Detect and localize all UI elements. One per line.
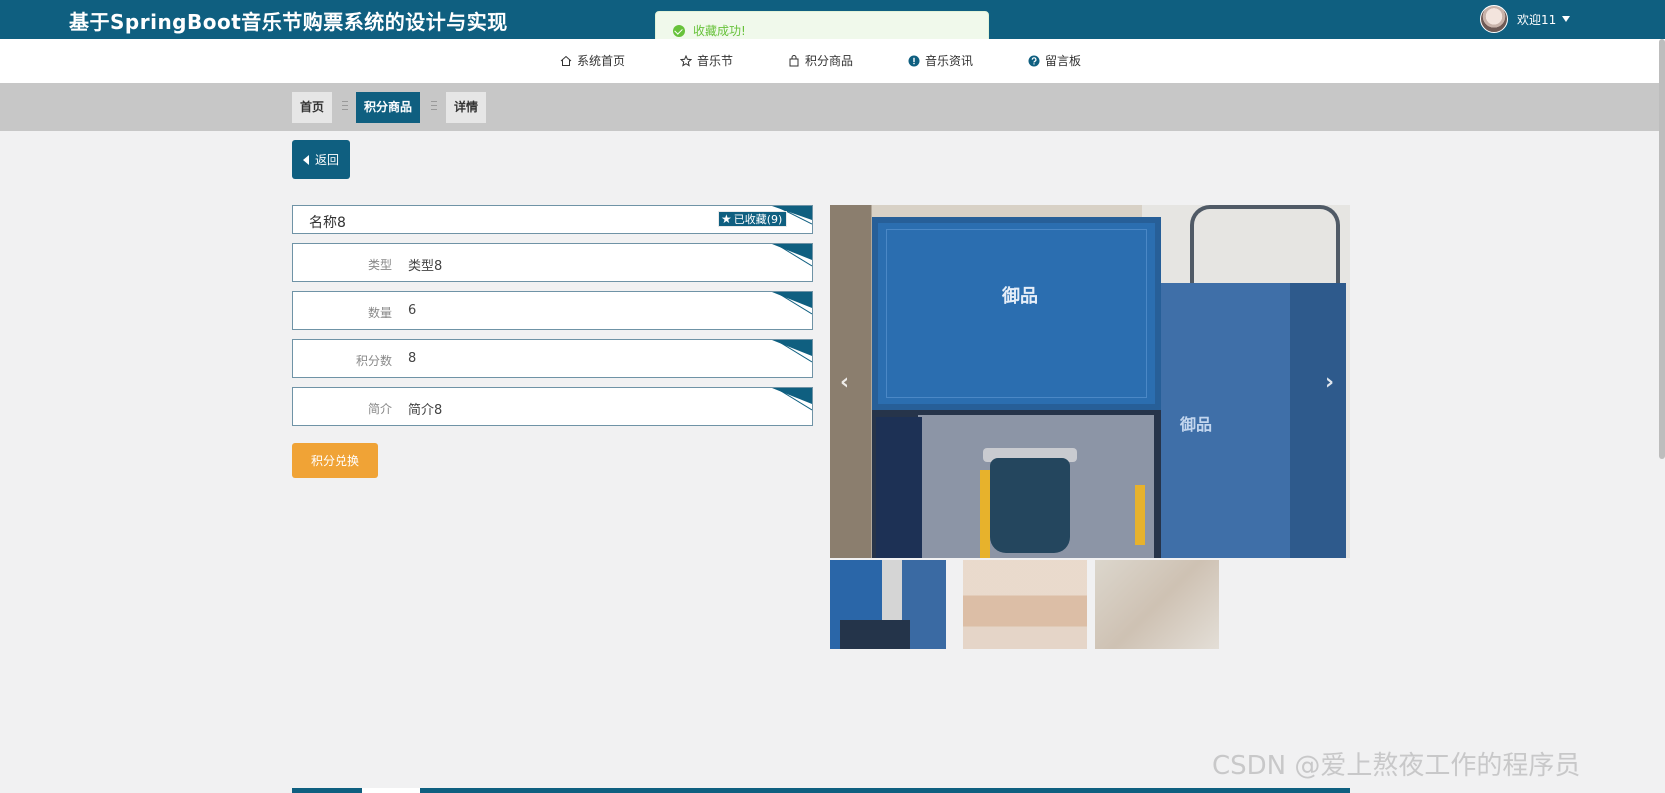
favorite-label: 已收藏(9): [733, 213, 783, 226]
main-nav: 系统首页 音乐节 积分商品 音乐资讯 留言板: [0, 39, 1665, 83]
star-icon: ★: [721, 212, 732, 226]
notebook: [876, 417, 922, 558]
field-row-quantity: 数量 6: [292, 291, 813, 330]
favorite-button[interactable]: ★ 已收藏(9): [718, 211, 788, 227]
field-row-type: 类型 类型8: [292, 243, 813, 282]
nav-item-music-news[interactable]: 音乐资讯: [908, 52, 973, 69]
star-icon: [680, 54, 692, 67]
chevron-left-icon[interactable]: ‹: [840, 370, 849, 395]
box-logo: 御品: [1002, 286, 1038, 307]
field-label: 数量: [367, 306, 392, 320]
corner-ribbon-icon: [772, 292, 812, 315]
breadcrumb-home[interactable]: 首页: [292, 92, 333, 123]
field-row-points: 积分数 8: [292, 339, 813, 378]
bag-handle: [1190, 205, 1340, 295]
field-value: 类型8: [408, 259, 443, 274]
check-circle-icon: [673, 24, 685, 37]
product-name: 名称8: [309, 215, 346, 231]
home-icon: [560, 55, 572, 67]
chevron-right-icon[interactable]: ›: [1325, 370, 1334, 395]
site-title: 基于SpringBoot音乐节购票系统的设计与实现: [69, 10, 508, 34]
nav-item-home[interactable]: 系统首页: [560, 52, 625, 69]
product-carousel[interactable]: 御品 御品 ‹ ›: [830, 205, 1350, 558]
nav-label: 积分商品: [805, 54, 854, 68]
bag-logo: 御品: [1180, 415, 1213, 434]
back-label: 返回: [314, 153, 339, 167]
field-value: 8: [408, 351, 417, 366]
avatar[interactable]: [1480, 5, 1508, 33]
corner-ribbon-icon: [772, 244, 812, 267]
field-value: 6: [408, 303, 417, 318]
name-row: 名称8 ★ 已收藏(9): [292, 205, 813, 234]
corner-ribbon-icon: [772, 388, 812, 411]
nav-item-message-board[interactable]: 留言板: [1028, 52, 1081, 69]
nav-label: 系统首页: [577, 54, 626, 68]
tassel: [980, 470, 990, 558]
nav-item-festival[interactable]: 音乐节: [680, 52, 733, 69]
bag-icon: [788, 54, 800, 67]
exchange-button[interactable]: 积分兑换: [292, 443, 378, 478]
nav-label: 音乐节: [697, 54, 734, 68]
info-icon: [908, 55, 920, 67]
corner-ribbon-icon: [772, 340, 812, 363]
caret-down-icon[interactable]: [1562, 16, 1571, 22]
nav-label: 音乐资讯: [925, 54, 974, 68]
gift-bag-side: [1290, 283, 1346, 558]
back-button[interactable]: 返回: [292, 140, 350, 179]
field-label: 简介: [367, 402, 392, 416]
breadcrumb-points-goods[interactable]: 积分商品: [356, 92, 421, 123]
field-label: 类型: [367, 258, 392, 272]
breadcrumb-detail: 详情: [446, 92, 487, 123]
tassel: [1135, 485, 1145, 545]
question-icon: [1028, 55, 1040, 67]
breadcrumb: 首页 积分商品 详情: [0, 83, 1665, 131]
mug: [990, 458, 1070, 553]
footer-tab-strip: [292, 788, 1350, 793]
toast-message: 收藏成功!: [693, 24, 746, 38]
nav-label: 留言板: [1045, 54, 1082, 68]
field-row-summary: 简介 简介8: [292, 387, 813, 426]
thumbnail-2[interactable]: [963, 560, 1087, 649]
thumbnail-1[interactable]: [830, 560, 946, 649]
nav-item-points-goods[interactable]: 积分商品: [788, 52, 853, 69]
thumbnail-3[interactable]: [1095, 560, 1219, 649]
gift-box-lid: [872, 217, 1161, 410]
field-label: 积分数: [355, 354, 392, 368]
scrollbar[interactable]: [1659, 39, 1665, 459]
caret-left-icon: [302, 154, 309, 165]
watermark: CSDN @爱上熬夜工作的程序员: [1212, 751, 1581, 781]
field-value: 简介8: [408, 403, 443, 418]
user-menu[interactable]: 欢迎11: [1480, 4, 1571, 34]
welcome-text[interactable]: 欢迎11: [1517, 11, 1556, 28]
separator-icon: [342, 101, 348, 113]
separator-icon: [431, 101, 437, 113]
